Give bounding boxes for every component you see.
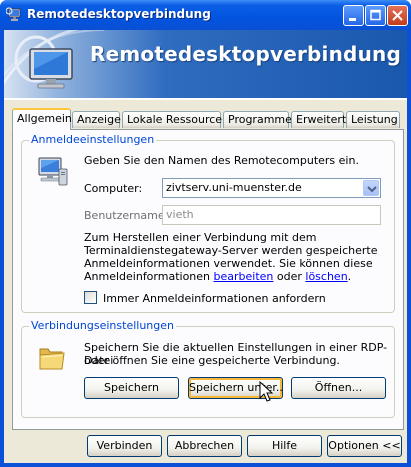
- banner: Remotedesktopverbindung: [4, 30, 407, 98]
- chevron-down-icon: [367, 186, 377, 193]
- username-field[interactable]: vieth: [162, 205, 381, 225]
- close-icon: [392, 10, 403, 21]
- login-info-suffix: .: [347, 270, 352, 283]
- tab-erweitert[interactable]: Erweitert: [291, 111, 346, 128]
- tab-leistung[interactable]: Leistung: [346, 111, 400, 128]
- folder-icon: [39, 348, 65, 370]
- edit-credentials-link[interactable]: bearbeiten: [214, 270, 274, 283]
- close-button[interactable]: [387, 5, 408, 26]
- delete-credentials-link[interactable]: löschen: [305, 270, 347, 283]
- login-info-middle: oder: [273, 270, 306, 283]
- tab-programme[interactable]: Programme: [223, 111, 292, 128]
- connect-button[interactable]: Verbinden: [87, 435, 162, 457]
- connection-text-line-2: oder öffnen Sie eine gespeicherte Verbin…: [84, 354, 340, 367]
- tab-allgemein[interactable]: Allgemein: [12, 108, 72, 130]
- help-button[interactable]: Hilfe: [247, 435, 322, 457]
- options-button[interactable]: Optionen <<: [327, 435, 402, 457]
- always-ask-label[interactable]: Immer Anmeldeinformationen anfordern: [103, 292, 326, 305]
- connection-settings-label: Verbindungseinstellungen: [29, 319, 176, 332]
- save-button[interactable]: Speichern: [84, 377, 179, 399]
- cancel-button[interactable]: Abbrechen: [167, 435, 242, 457]
- tab-anzeige[interactable]: Anzeige: [72, 111, 121, 128]
- maximize-button[interactable]: [365, 5, 386, 26]
- tab-strip: Allgemein Anzeige Lokale Ressourcen Prog…: [12, 108, 400, 130]
- computer-dropdown-button[interactable]: [363, 180, 379, 196]
- mouse-cursor-icon: [259, 381, 274, 402]
- login-instruction-text: Geben Sie den Namen des Remotecomputers …: [84, 154, 359, 167]
- connection-settings-group: Verbindungseinstellungen Speichern Sie d…: [21, 319, 395, 418]
- remote-desktop-app-icon: [6, 7, 21, 21]
- tab-panel-allgemein: Anmeldeeinstellungen Geben Sie den Namen…: [12, 129, 404, 430]
- banner-divider: [4, 98, 407, 100]
- monitor-icon: [14, 35, 73, 89]
- always-ask-checkbox[interactable]: [84, 291, 97, 304]
- login-settings-label: Anmeldeeinstellungen: [29, 133, 157, 146]
- computer-combobox[interactable]: zivtserv.uni-muenster.de: [162, 178, 381, 198]
- login-info-prefix: Anmeldeinformationen: [84, 270, 214, 283]
- title-bar[interactable]: Remotedesktopverbindung: [0, 0, 411, 30]
- window-title: Remotedesktopverbindung: [27, 7, 211, 21]
- computer-label: Computer:: [84, 182, 143, 195]
- login-info-line-1: Zum Herstellen einer Verbindung mit dem: [84, 231, 317, 244]
- login-info-line-4: Anmeldeinformationen bearbeiten oder lös…: [84, 270, 351, 283]
- computer-icon: [38, 157, 68, 186]
- minimize-button[interactable]: [343, 5, 364, 26]
- login-info-line-2: Terminaldienstegateway-Server werden ges…: [84, 244, 378, 257]
- computer-value: zivtserv.uni-muenster.de: [166, 181, 302, 194]
- username-label: Benutzername:: [84, 209, 169, 222]
- tab-lokale-ressourcen[interactable]: Lokale Ressourcen: [122, 111, 229, 128]
- login-info-line-3: Anmeldeinformationen verwendet. Sie könn…: [84, 257, 373, 270]
- login-settings-group: Anmeldeeinstellungen Geben Sie den Namen…: [21, 133, 395, 313]
- remote-desktop-window: Remotedesktopverbindung Remotedesktopver…: [0, 0, 411, 467]
- dialog-client-area: Remotedesktopverbindung Allgemein Anzeig…: [4, 30, 407, 463]
- maximize-icon: [370, 9, 381, 21]
- minimize-icon: [349, 18, 356, 21]
- banner-title: Remotedesktopverbindung: [90, 42, 401, 66]
- open-button[interactable]: Öffnen...: [291, 377, 386, 399]
